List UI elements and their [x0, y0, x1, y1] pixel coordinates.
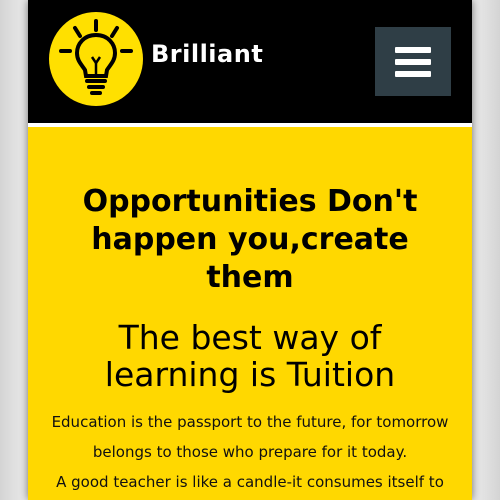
hero-section: Opportunities Don't happen you,create th…: [28, 127, 472, 500]
hamburger-menu-button[interactable]: [375, 27, 451, 96]
hero-paragraph: A good teacher is like a candle-it consu…: [56, 473, 444, 491]
page-margin-left: [0, 0, 28, 500]
page-margin-right: [472, 0, 500, 500]
menu-bar-middle: [395, 59, 431, 65]
navbar: Brilliant: [28, 0, 472, 123]
hero-subheadline: The best way of learning is Tuition: [104, 318, 396, 394]
hero-headline: Opportunities Don't happen you,create th…: [82, 184, 418, 295]
brand-name: Brilliant: [151, 40, 264, 68]
site-frame: Brilliant Opportunities Don't happen you…: [28, 0, 472, 500]
menu-bar-bottom: [395, 71, 431, 77]
lightbulb-icon: [49, 12, 143, 106]
menu-bar-top: [395, 47, 431, 53]
hero-quote: Education is the passport to the future,…: [46, 407, 454, 497]
hero-paragraph: Education is the passport to the future,…: [51, 413, 449, 461]
brand-logo-link[interactable]: Brilliant: [48, 11, 278, 107]
